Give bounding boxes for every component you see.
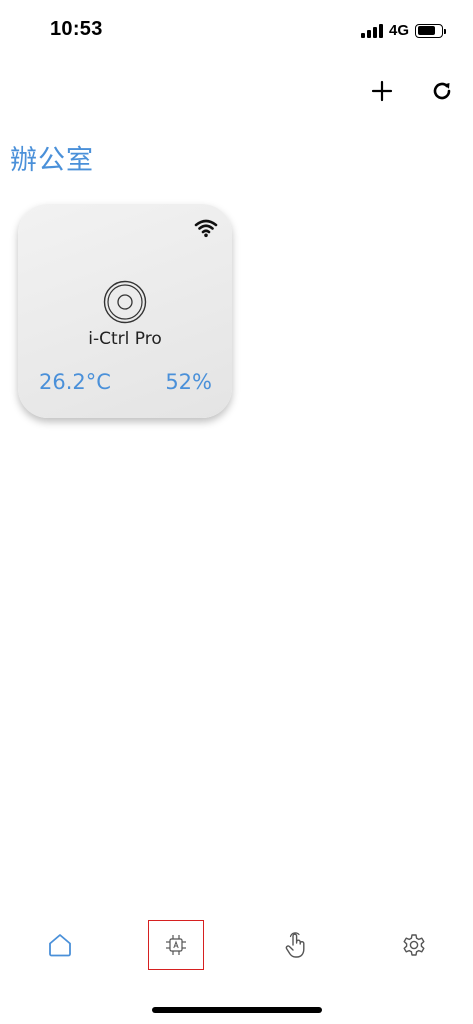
add-button[interactable] — [367, 76, 397, 106]
tab-gesture[interactable] — [268, 920, 324, 970]
refresh-button[interactable] — [427, 76, 457, 106]
wifi-icon — [194, 219, 218, 238]
signal-icon — [360, 23, 383, 38]
chip-icon — [166, 935, 186, 955]
status-time: 10:53 — [50, 18, 103, 40]
status-bar: 10:53 4G — [0, 0, 473, 64]
gear-icon — [403, 934, 425, 956]
tab-settings[interactable] — [386, 920, 442, 970]
refresh-icon — [433, 82, 451, 100]
room-title: 辦公室 — [10, 145, 94, 176]
top-actions — [367, 76, 457, 106]
device-temperature: 26.2°C — [39, 370, 111, 394]
device-name: i-Ctrl Pro — [88, 329, 162, 349]
home-icon — [49, 934, 71, 957]
status-indicators: 4G — [360, 22, 446, 39]
tab-home[interactable] — [32, 920, 88, 970]
tab-automation[interactable] — [148, 920, 204, 970]
device-logo-icon — [103, 280, 147, 324]
add-icon — [371, 80, 393, 102]
network-label: 4G — [388, 22, 409, 39]
home-indicator — [152, 1007, 322, 1013]
hand-pointer-icon — [285, 932, 305, 958]
tab-bar — [0, 912, 473, 978]
device-card[interactable]: i-Ctrl Pro 26.2°C 52% — [18, 204, 232, 418]
battery-icon — [415, 23, 446, 38]
device-humidity: 52% — [165, 370, 212, 394]
